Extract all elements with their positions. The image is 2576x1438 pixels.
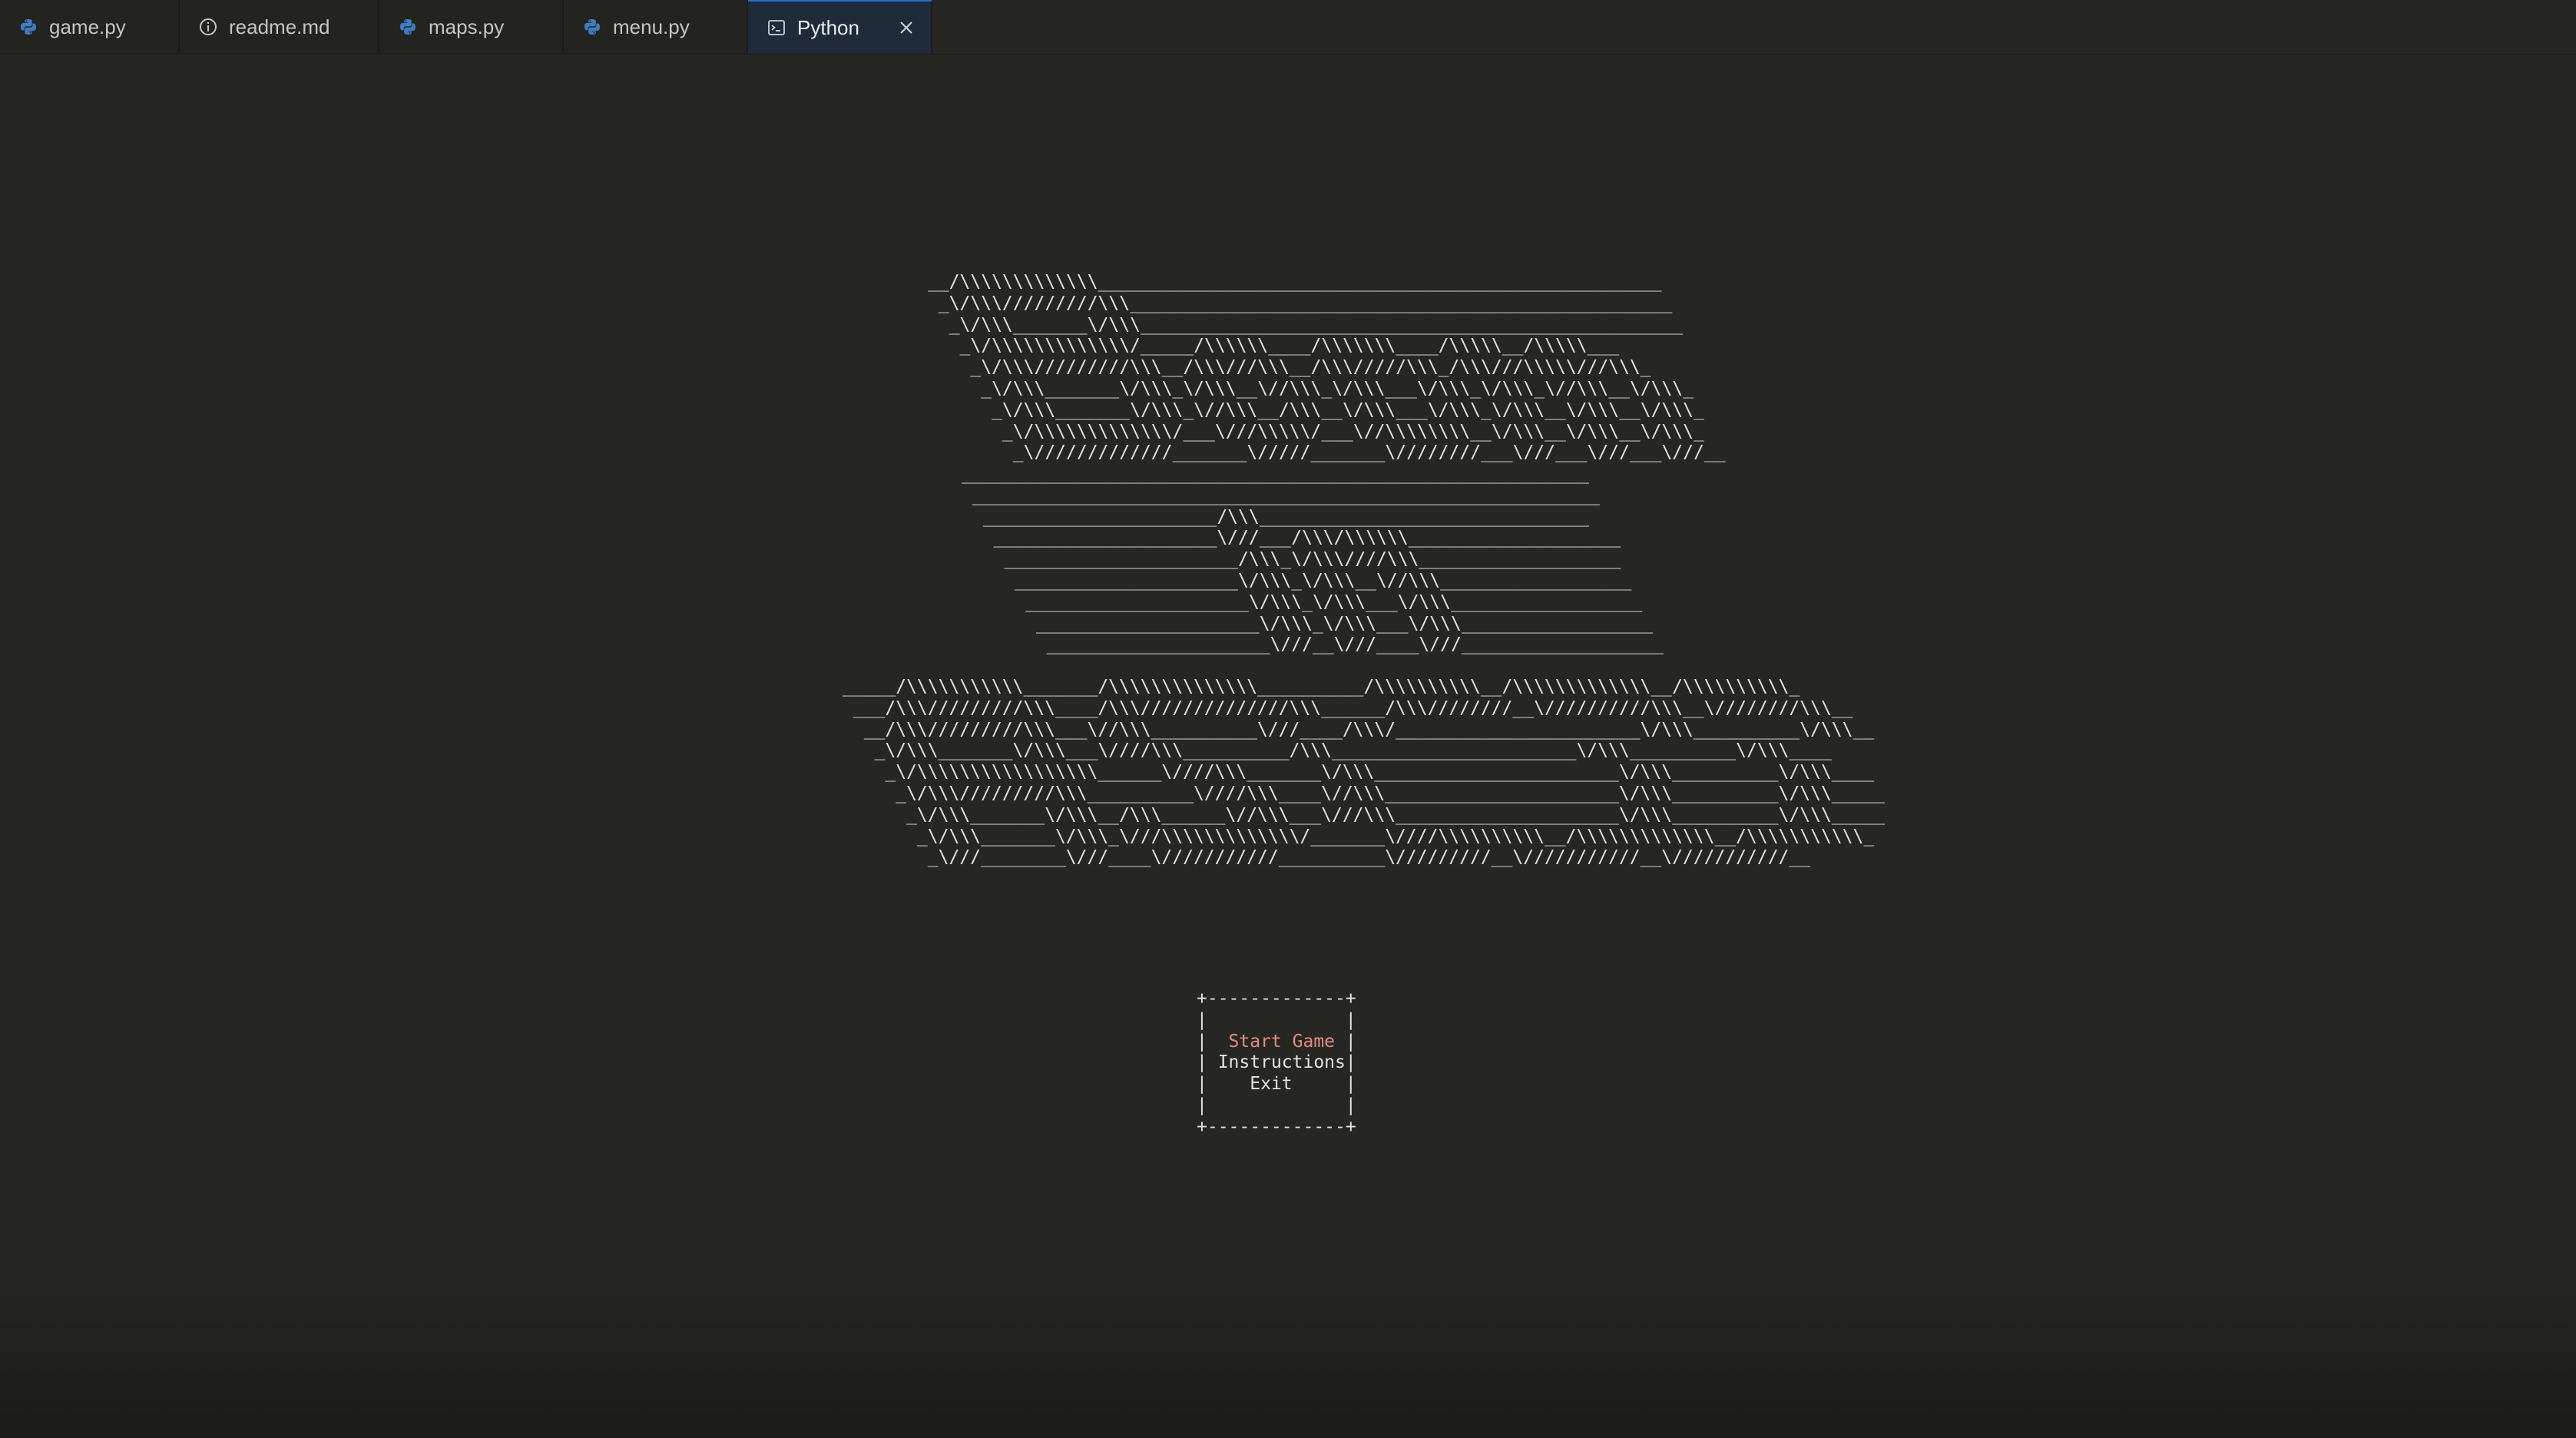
main-menu: +-------------+ | | | Start Game | | Ins… bbox=[1197, 989, 1356, 1137]
tab-label: Python bbox=[797, 15, 859, 39]
banner-block-2: ________________________________________… bbox=[962, 464, 1664, 655]
menu-item-exit[interactable]: Exit bbox=[1250, 1074, 1292, 1094]
menu-border-bottom: +-------------+ bbox=[1197, 1116, 1356, 1137]
banner-block-1: __/\\\\\\\\\\\\\________________________… bbox=[928, 272, 1726, 463]
python-icon bbox=[18, 17, 38, 37]
tab-readme-md[interactable]: readme.md bbox=[180, 0, 379, 54]
tab-label: maps.py bbox=[429, 15, 505, 38]
tab-label: menu.py bbox=[613, 15, 690, 38]
close-icon[interactable] bbox=[896, 17, 917, 38]
menu-item-start-game[interactable]: Start Game bbox=[1229, 1032, 1335, 1052]
tab-label: game.py bbox=[49, 15, 126, 38]
terminal-icon bbox=[767, 18, 786, 38]
menu-border-top: +-------------+ bbox=[1197, 989, 1356, 1009]
banner-block-3: _____/\\\\\\\\\\\_______/\\\\\\\\\\\\\\_… bbox=[843, 677, 1886, 868]
python-icon bbox=[582, 17, 602, 37]
python-icon bbox=[398, 17, 418, 37]
tab-game-py[interactable]: game.py bbox=[0, 0, 180, 54]
terminal-output: __/\\\\\\\\\\\\\________________________… bbox=[0, 55, 2576, 1438]
tab-label: readme.md bbox=[229, 15, 330, 38]
tab-maps-py[interactable]: maps.py bbox=[379, 0, 564, 54]
menu-item-instructions[interactable]: Instructions bbox=[1218, 1052, 1346, 1072]
tab-menu-py[interactable]: menu.py bbox=[564, 0, 748, 54]
info-icon bbox=[198, 17, 218, 37]
tab-bar: game.py readme.md maps.py menu.py Python bbox=[0, 0, 2576, 55]
tab-python-terminal[interactable]: Python bbox=[748, 0, 932, 54]
